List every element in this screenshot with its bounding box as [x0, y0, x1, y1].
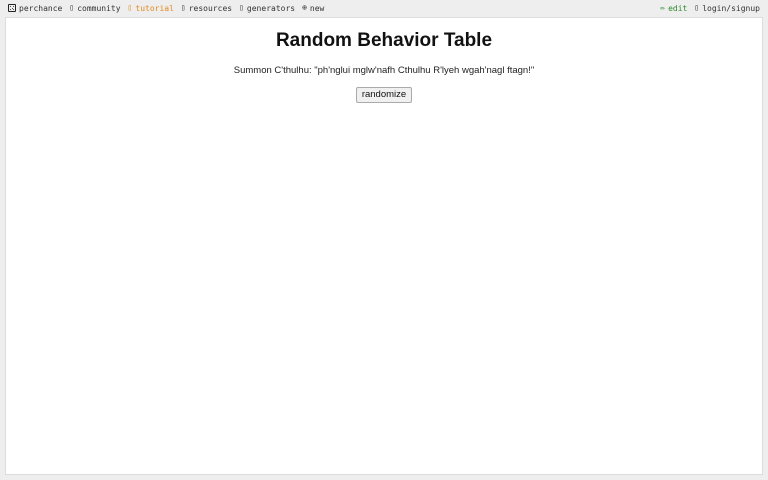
nav-generators[interactable]: ▯ generators	[239, 4, 295, 13]
top-navigation-bar: perchance ▯ community ▯ tutorial ▯ resou…	[0, 0, 768, 16]
nav-community-label: community	[77, 3, 121, 13]
plus-circle-icon: ⊕	[302, 3, 307, 12]
generators-icon: ▯	[239, 3, 244, 12]
nav-edit[interactable]: ✏ edit	[660, 4, 687, 13]
generator-panel: Random Behavior Table Summon C'thulhu: "…	[5, 17, 763, 475]
nav-resources-label: resources	[188, 3, 233, 13]
nav-login[interactable]: ▯ login/signup	[694, 4, 760, 13]
nav-tutorial[interactable]: ▯ tutorial	[128, 4, 174, 13]
nav-generators-label: generators	[246, 3, 296, 13]
nav-login-label: login/signup	[702, 3, 760, 13]
nav-new[interactable]: ⊕ new	[302, 4, 324, 13]
dice-icon	[8, 4, 16, 12]
page-title: Random Behavior Table	[275, 30, 493, 51]
pencil-icon: ✏	[660, 3, 666, 12]
nav-community[interactable]: ▯ community	[69, 4, 120, 13]
community-icon: ▯	[69, 3, 75, 12]
nav-left: perchance ▯ community ▯ tutorial ▯ resou…	[8, 4, 324, 13]
nav-perchance-label: perchance	[19, 3, 63, 13]
nav-new-label: new	[309, 3, 325, 13]
user-icon: ▯	[694, 3, 700, 12]
generator-output: Summon C'thulhu: "ph'nglui mglw'nafh Cth…	[233, 65, 535, 76]
nav-resources[interactable]: ▯ resources	[181, 4, 232, 13]
button-row: randomize	[6, 84, 762, 103]
randomize-button[interactable]: randomize	[355, 86, 413, 103]
nav-perchance[interactable]: perchance	[8, 4, 62, 13]
nav-edit-label: edit	[668, 3, 688, 13]
tutorial-icon: ▯	[127, 3, 133, 12]
resources-icon: ▯	[180, 3, 186, 12]
nav-tutorial-label: tutorial	[135, 3, 174, 13]
nav-right: ✏ edit ▯ login/signup	[660, 4, 760, 13]
